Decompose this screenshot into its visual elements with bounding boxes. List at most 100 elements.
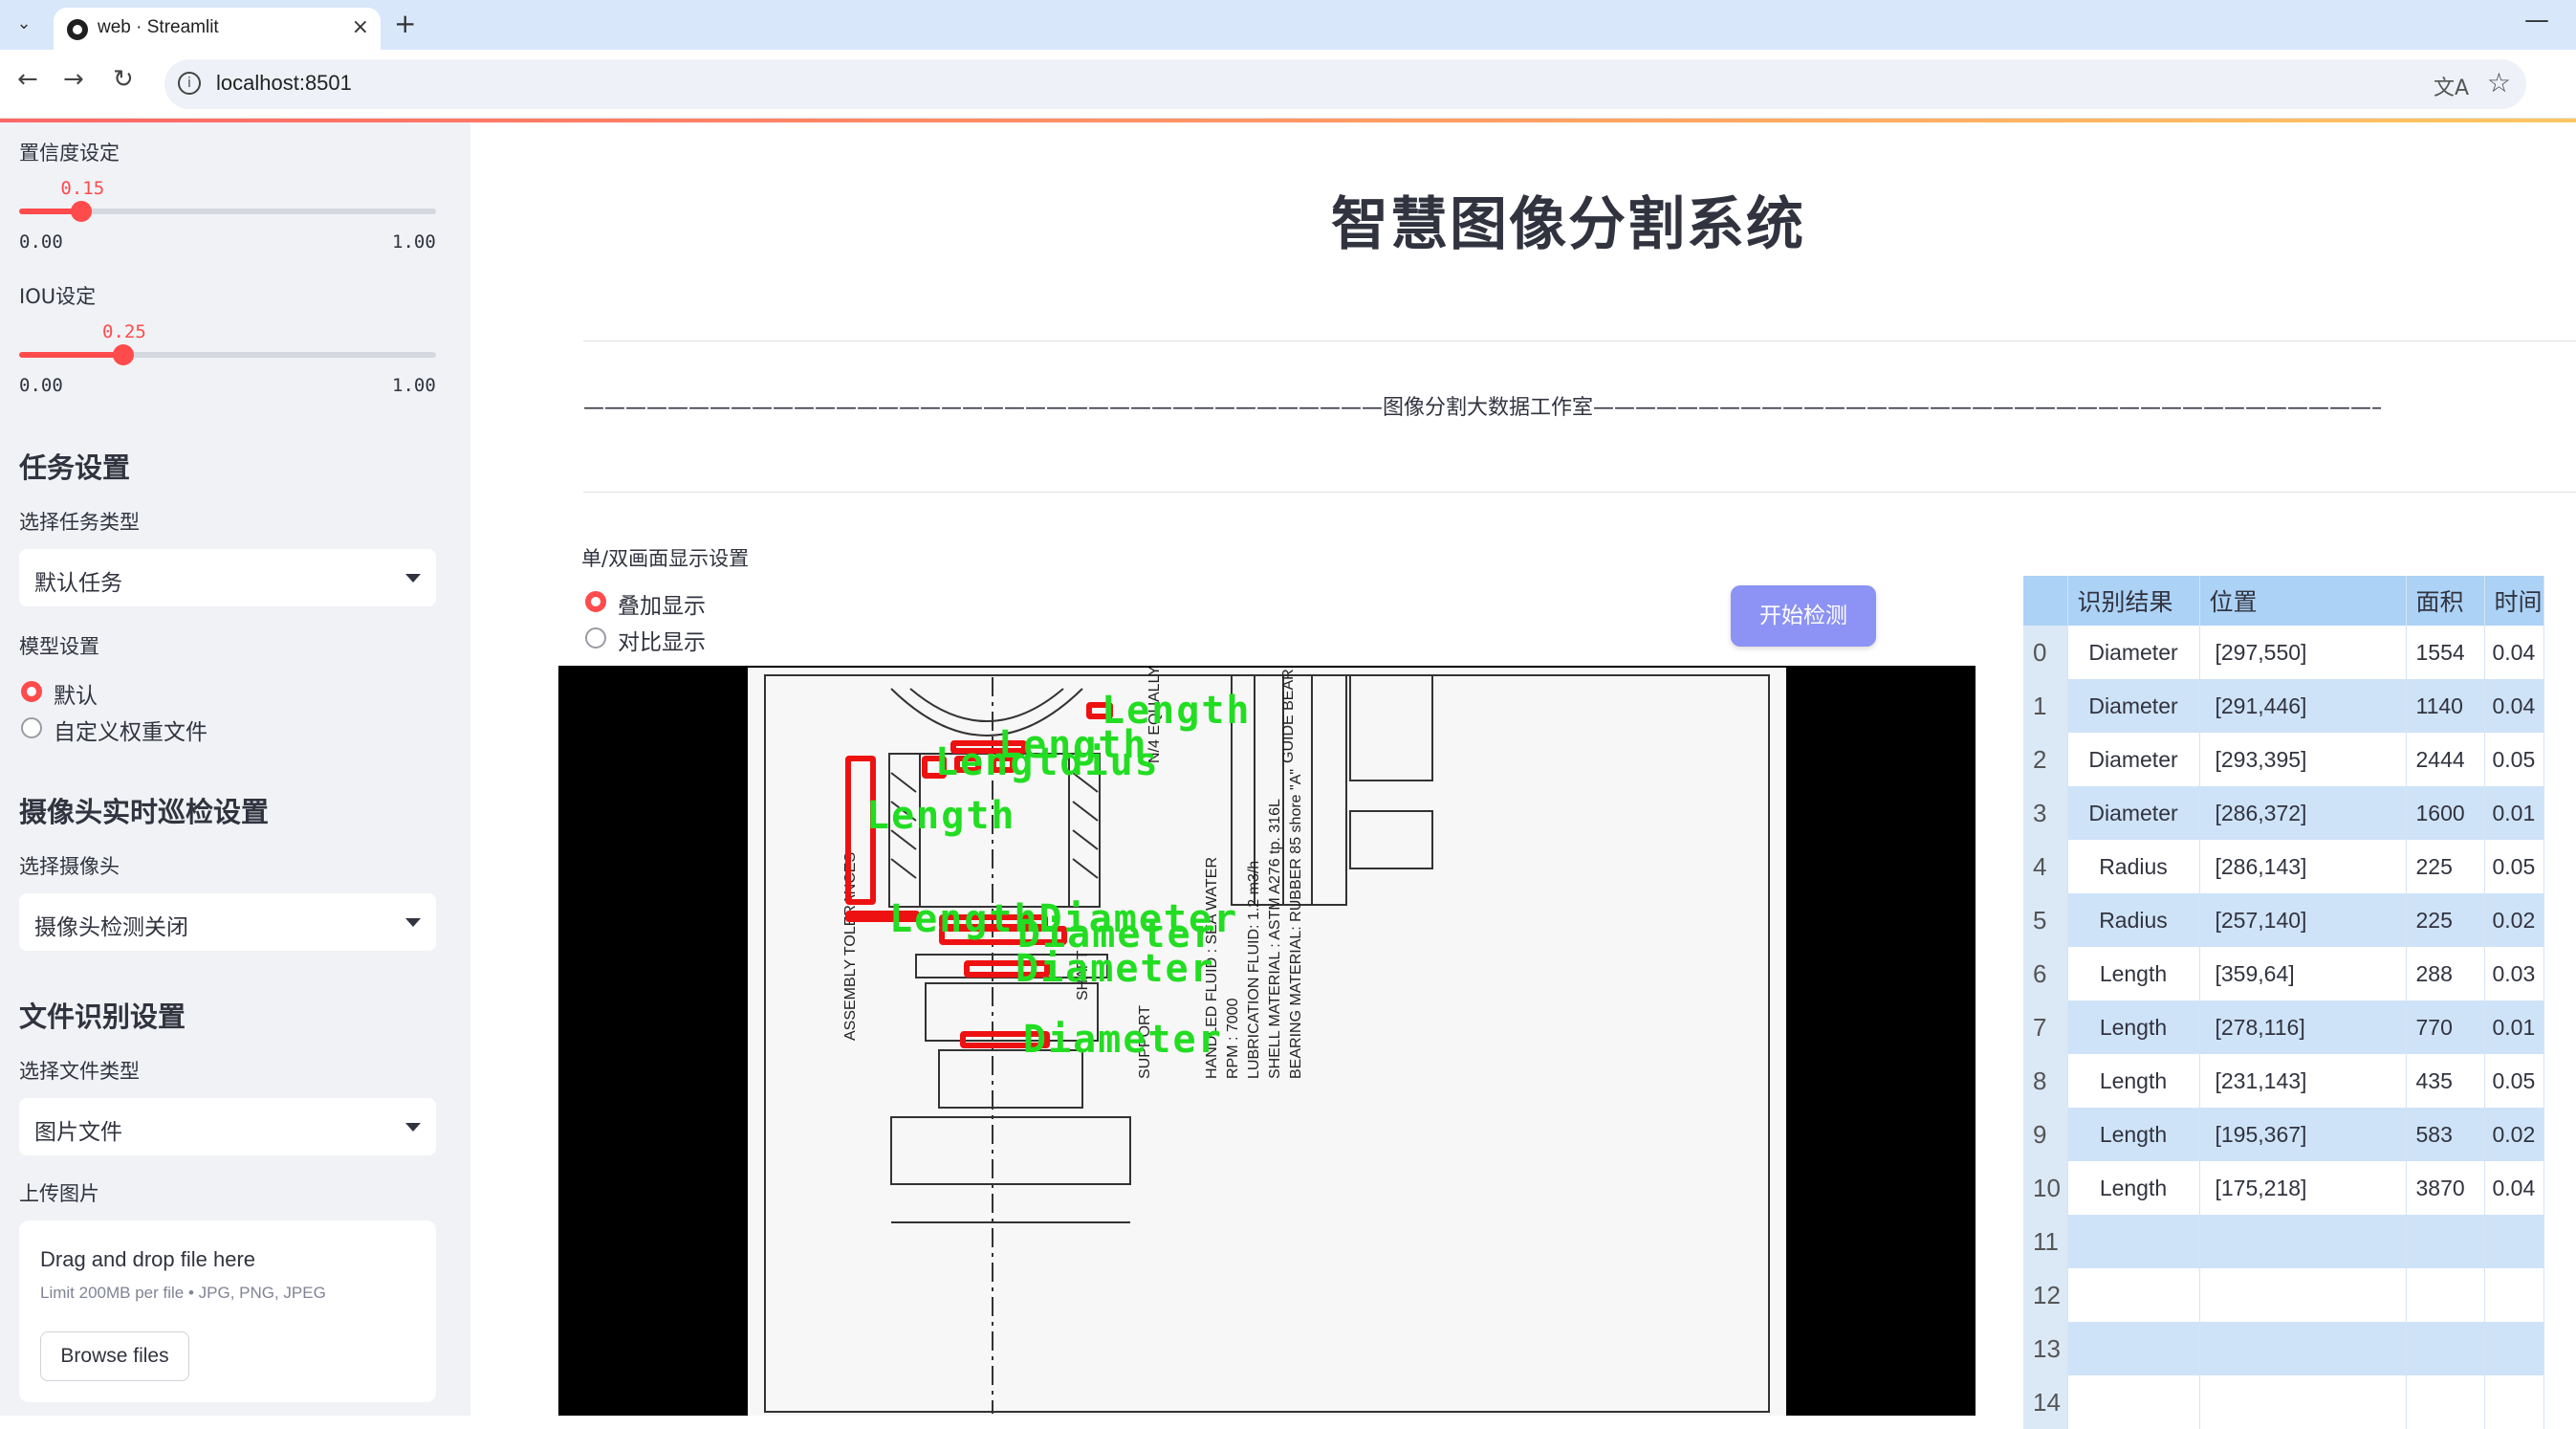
table-cell-position: [297,550] (2199, 626, 2407, 679)
table-cell-class: Diameter (2067, 786, 2200, 840)
translate-icon[interactable]: 文A (2434, 71, 2469, 101)
table-cell-time: 0.02 (2484, 1108, 2544, 1161)
file-dropzone[interactable]: Drag and drop file here Limit 200MB per … (19, 1220, 436, 1402)
tab-close-icon[interactable]: × (352, 15, 369, 39)
table-cell-index: 10 (2023, 1161, 2068, 1215)
url-omnibox[interactable]: i localhost:8501 文A ☆ (164, 59, 2526, 109)
table-row[interactable]: 7 Length [278,116] 770 0.01 (2023, 1000, 2544, 1054)
table-cell-area: 1600 (2406, 786, 2485, 840)
results-table[interactable]: 识别结果 位置 面积 时间 0 Diameter [297,550] 1554 0.04… (2023, 576, 2576, 1429)
table-cell-area: 225 (2406, 840, 2485, 893)
table-cell-area: 2444 (2406, 733, 2485, 786)
table-cell-area: 288 (2406, 947, 2485, 1000)
table-cell-time: 0.04 (2484, 1161, 2544, 1215)
browse-files-button[interactable]: Browse files (40, 1331, 189, 1381)
table-header-position[interactable]: 位置 (2199, 576, 2407, 626)
table-cell-area: 3870 (2406, 1161, 2485, 1215)
table-row[interactable]: 0 Diameter [297,550] 1554 0.04 (2023, 626, 2544, 679)
task-type-select[interactable]: 默认任务 (19, 549, 436, 606)
model-radio-custom[interactable] (21, 717, 42, 738)
drawing-text-lubrication: LUBRICATION FLUID: 1.2 m3/h (1246, 861, 1262, 1079)
table-cell-area (2406, 1375, 2485, 1429)
display-radio-compare[interactable] (585, 627, 606, 649)
engineering-drawing-image: N/4 EQUALLY SPACED GROOVES GUIDE BEARING… (748, 666, 1786, 1416)
table-row[interactable]: 2 Diameter [293,395] 2444 0.05 (2023, 733, 2544, 786)
table-cell-position: [286,372] (2199, 786, 2407, 840)
file-type-value: 图片文件 (34, 1120, 122, 1145)
table-cell-index: 14 (2023, 1375, 2068, 1429)
iou-min: 0.00 (19, 375, 63, 396)
table-row[interactable]: 8 Length [231,143] 435 0.05 (2023, 1054, 2544, 1108)
iou-value: 0.25 (102, 321, 146, 342)
table-cell-index: 2 (2023, 733, 2068, 786)
browser-tab[interactable]: web · Streamlit × (54, 8, 381, 50)
table-row[interactable]: 11 (2023, 1215, 2544, 1268)
table-cell-index: 9 (2023, 1108, 2068, 1161)
iou-slider[interactable]: 0.25 (19, 321, 436, 365)
bookmark-star-icon[interactable]: ☆ (2487, 67, 2511, 99)
reload-icon[interactable]: ↻ (113, 65, 134, 94)
table-cell-time: 0.05 (2484, 1054, 2544, 1108)
table-row[interactable]: 9 Length [195,367] 583 0.02 (2023, 1108, 2544, 1161)
table-row[interactable]: 3 Diameter [286,372] 1600 0.01 (2023, 786, 2544, 840)
back-arrow-icon[interactable]: ← (17, 65, 38, 94)
confidence-slider-thumb[interactable] (71, 201, 93, 222)
table-row[interactable]: 4 Radius [286,143] 225 0.05 (2023, 840, 2544, 893)
confidence-slider[interactable]: 0.15 (19, 178, 436, 222)
forward-arrow-icon[interactable]: → (63, 65, 84, 94)
confidence-label: 置信度设定 (19, 142, 120, 165)
table-cell-area (2406, 1215, 2485, 1268)
confidence-max: 1.00 (392, 231, 436, 253)
table-row[interactable]: 10 Length [175,218] 3870 0.04 (2023, 1161, 2544, 1215)
model-option-custom[interactable]: 自定义权重文件 (54, 714, 207, 746)
table-cell-class: Diameter (2067, 679, 2200, 733)
new-tab-icon[interactable]: + (394, 8, 416, 39)
table-cell-class: Length (2067, 1108, 2200, 1161)
site-info-icon[interactable]: i (178, 72, 201, 95)
camera-select[interactable]: 摄像头检测关闭 (19, 893, 436, 951)
detection-label: Length (866, 794, 1016, 838)
model-option-default[interactable]: 默认 (54, 677, 98, 710)
display-option-compare[interactable]: 对比显示 (618, 624, 706, 656)
table-row[interactable]: 14 (2023, 1375, 2544, 1429)
start-detection-button[interactable]: 开始检测 (1731, 585, 1876, 647)
camera-select-value: 摄像头检测关闭 (34, 915, 188, 940)
chevron-down-icon (405, 574, 421, 583)
chevron-down-icon (405, 1123, 421, 1132)
table-cell-time: 0.04 (2484, 626, 2544, 679)
dropzone-limit: Limit 200MB per file • JPG, PNG, JPEG (40, 1284, 326, 1302)
table-cell-class (2067, 1215, 2200, 1268)
table-row[interactable]: 5 Radius [257,140] 225 0.02 (2023, 893, 2544, 947)
table-cell-area (2406, 1322, 2485, 1375)
task-type-label: 选择任务类型 (19, 511, 140, 534)
drawing-text-shell: SHELL MATERIAL : ASTM A276 tp. 316L (1267, 799, 1283, 1079)
display-option-overlay[interactable]: 叠加显示 (618, 587, 706, 620)
detection-label: Diameter (1023, 1018, 1223, 1062)
table-row[interactable]: 12 (2023, 1268, 2544, 1322)
table-cell-position: [286,143] (2199, 840, 2407, 893)
sidebar: 置信度设定 0.15 0.00 1.00 IOU设定 0.25 0.00 1.0… (0, 122, 470, 1416)
tab-list-chevron-icon[interactable]: ⌄ (10, 10, 38, 38)
table-header-area[interactable]: 面积 (2406, 576, 2485, 626)
iou-slider-thumb[interactable] (113, 344, 134, 365)
window-minimize-icon[interactable]: — (2524, 6, 2549, 34)
table-cell-time: 0.01 (2484, 786, 2544, 840)
url-text[interactable]: localhost:8501 (216, 71, 352, 96)
file-type-select[interactable]: 图片文件 (19, 1098, 436, 1155)
table-cell-area: 1554 (2406, 626, 2485, 679)
model-radio-default[interactable] (21, 681, 42, 702)
table-row[interactable]: 6 Length [359,64] 288 0.03 (2023, 947, 2544, 1000)
table-header-class[interactable]: 识别结果 (2067, 576, 2200, 626)
table-header-row: 识别结果 位置 面积 时间 (2023, 576, 2544, 626)
table-row[interactable]: 1 Diameter [291,446] 1140 0.04 (2023, 679, 2544, 733)
table-cell-class (2067, 1268, 2200, 1322)
table-cell-index: 11 (2023, 1215, 2068, 1268)
table-cell-index: 13 (2023, 1322, 2068, 1375)
table-header-time[interactable]: 时间 (2484, 576, 2544, 626)
table-cell-index: 4 (2023, 840, 2068, 893)
detection-label: Diameter (1015, 947, 1215, 991)
display-radio-overlay[interactable] (585, 591, 606, 612)
table-row[interactable]: 13 (2023, 1322, 2544, 1375)
chevron-down-icon (405, 918, 421, 927)
camera-select-label: 选择摄像头 (19, 855, 120, 878)
